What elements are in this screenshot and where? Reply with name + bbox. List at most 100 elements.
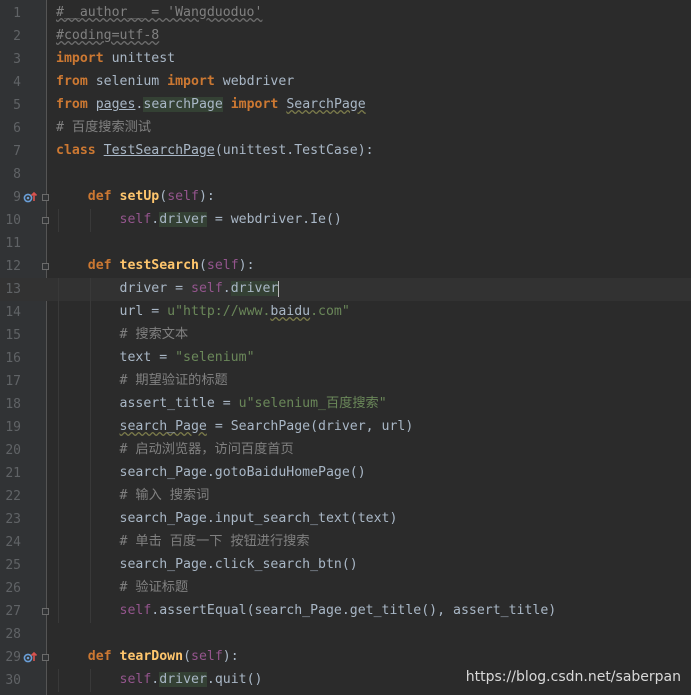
code-line[interactable]: 7 class TestSearchPage(unittest.TestCase)… xyxy=(0,140,691,163)
code-text[interactable]: # 输入 搜索词 xyxy=(56,488,210,504)
code-text[interactable]: self.driver = webdriver.Ie() xyxy=(56,212,342,228)
token-cmt: # 期望验证的标题 xyxy=(119,373,228,388)
code-line[interactable]: 16 text = "selenium" xyxy=(0,347,691,370)
token-cmt: # 单击 百度一下 按钮进行搜索 xyxy=(119,534,310,549)
code-text[interactable]: # 百度搜索测试 xyxy=(56,120,151,136)
code-line[interactable]: 8 xyxy=(0,163,691,186)
token-selfkw: self xyxy=(167,189,199,204)
token-selfkw: self xyxy=(119,603,152,618)
code-text[interactable]: assert_title = u"selenium_百度搜索" xyxy=(56,396,387,412)
code-line[interactable]: 12 def testSearch(self): xyxy=(0,255,691,278)
code-text[interactable]: # 启动浏览器，访问百度首页 xyxy=(56,442,294,458)
code-text[interactable]: search_Page = SearchPage(driver, url) xyxy=(56,419,414,435)
code-text[interactable]: search_Page.click_search_btn() xyxy=(56,557,358,573)
token-plain: ( xyxy=(183,649,192,664)
code-text[interactable]: url = u"http://www.baidu.com" xyxy=(56,304,350,320)
code-editor[interactable]: 1 #__author__ = 'Wangduoduo' 2 #coding=utf-… xyxy=(0,0,691,695)
line-number: 27 xyxy=(5,604,21,619)
fold-marker-icon[interactable] xyxy=(42,194,49,201)
token-dunder: #coding=utf-8 xyxy=(56,28,160,43)
token-plain: .quit() xyxy=(206,672,263,687)
code-line[interactable]: 2 #coding=utf-8 xyxy=(0,25,691,48)
code-line[interactable]: 18 assert_title = u"selenium_百度搜索" xyxy=(0,393,691,416)
code-line[interactable]: 26 # 验证标题 xyxy=(0,577,691,600)
fold-marker-icon[interactable] xyxy=(42,608,49,615)
line-number: 4 xyxy=(13,75,21,90)
line-number: 24 xyxy=(5,535,21,550)
code-line[interactable]: 15 # 搜索文本 xyxy=(0,324,691,347)
token-plain: webdriver xyxy=(214,74,295,89)
token-hl: driver xyxy=(159,672,207,687)
code-text[interactable]: #__author__ = 'Wangduoduo' xyxy=(56,5,262,21)
code-line[interactable]: 27 self.assertEqual(search_Page.get_titl… xyxy=(0,600,691,623)
token-kw: def xyxy=(87,189,112,204)
code-line[interactable]: 21 search_Page.gotoBaiduHomePage() xyxy=(0,462,691,485)
token-kw: def xyxy=(87,649,112,664)
code-line[interactable]: 5 from pages.searchPage import SearchPage xyxy=(0,94,691,117)
code-text[interactable]: self.assertEqual(search_Page.get_title()… xyxy=(56,603,557,619)
line-number: 5 xyxy=(13,98,21,113)
token-kw: class xyxy=(56,143,96,158)
code-text[interactable]: from selenium import webdriver xyxy=(56,74,294,90)
code-text[interactable]: class TestSearchPage(unittest.TestCase): xyxy=(56,143,374,159)
code-line[interactable]: 19 search_Page = SearchPage(driver, url) xyxy=(0,416,691,439)
token-hl: driver xyxy=(159,212,207,227)
line-number: 26 xyxy=(5,581,21,596)
line-number: 22 xyxy=(5,489,21,504)
code-line[interactable]: 9 def setUp(self): xyxy=(0,186,691,209)
code-text[interactable]: # 期望验证的标题 xyxy=(56,373,228,389)
code-text[interactable]: #coding=utf-8 xyxy=(56,28,159,44)
code-text[interactable]: def setUp(self): xyxy=(56,189,215,205)
token-plain: ( xyxy=(198,258,207,273)
code-line[interactable]: 29 def tearDown(self): xyxy=(0,646,691,669)
code-text[interactable]: # 搜索文本 xyxy=(56,327,189,343)
fold-marker-icon[interactable] xyxy=(42,217,49,224)
code-text[interactable]: def testSearch(self): xyxy=(56,258,255,274)
code-text[interactable]: self.driver.quit() xyxy=(56,672,262,688)
code-line[interactable]: 23 search_Page.input_search_text(text) xyxy=(0,508,691,531)
code-text[interactable]: search_Page.gotoBaiduHomePage() xyxy=(56,465,366,481)
override-method-icon[interactable] xyxy=(23,190,39,204)
token-cmt: # 百度搜索测试 xyxy=(56,120,152,135)
fold-marker-icon[interactable] xyxy=(42,263,49,270)
code-line[interactable]: 1 #__author__ = 'Wangduoduo' xyxy=(0,2,691,25)
code-line[interactable]: 6 # 百度搜索测试 xyxy=(0,117,691,140)
code-text[interactable]: from pages.searchPage import SearchPage xyxy=(56,97,366,113)
code-line[interactable]: 20 # 启动浏览器，访问百度首页 xyxy=(0,439,691,462)
code-line[interactable]: 24 # 单击 百度一下 按钮进行搜索 xyxy=(0,531,691,554)
token-plain: text = xyxy=(119,350,176,365)
code-text[interactable]: # 单击 百度一下 按钮进行搜索 xyxy=(56,534,310,550)
code-text[interactable]: driver = self.driver xyxy=(56,281,280,297)
code-line[interactable]: 11 xyxy=(0,232,691,255)
code-line[interactable]: 25 search_Page.click_search_btn() xyxy=(0,554,691,577)
token-typo: baidu xyxy=(270,304,311,319)
code-line[interactable]: 28 xyxy=(0,623,691,646)
code-text[interactable]: import unittest xyxy=(56,51,175,67)
code-line[interactable]: 14 url = u"http://www.baidu.com" xyxy=(0,301,691,324)
code-line[interactable]: 3 import unittest xyxy=(0,48,691,71)
code-text[interactable]: def tearDown(self): xyxy=(56,649,239,665)
token-plain: ): xyxy=(198,189,215,204)
code-text[interactable]: search_Page.input_search_text(text) xyxy=(56,511,398,527)
code-line[interactable]: 17 # 期望验证的标题 xyxy=(0,370,691,393)
code-text[interactable]: text = "selenium" xyxy=(56,350,255,366)
token-ul: pages xyxy=(95,97,136,112)
line-number: 6 xyxy=(13,121,21,136)
line-number: 3 xyxy=(13,52,21,67)
code-line[interactable]: 13 driver = self.driver xyxy=(0,278,691,301)
code-text[interactable]: # 验证标题 xyxy=(56,580,189,596)
override-method-icon[interactable] xyxy=(23,650,39,664)
line-number: 2 xyxy=(13,29,21,44)
code-line[interactable]: 4 from selenium import webdriver xyxy=(0,71,691,94)
code-line[interactable]: 22 # 输入 搜索词 xyxy=(0,485,691,508)
token-fn: tearDown xyxy=(119,649,184,664)
code-line[interactable]: 10 self.driver = webdriver.Ie() xyxy=(0,209,691,232)
token-str: .com" xyxy=(310,304,350,319)
line-number: 10 xyxy=(5,213,21,228)
fold-marker-icon[interactable] xyxy=(42,654,49,661)
